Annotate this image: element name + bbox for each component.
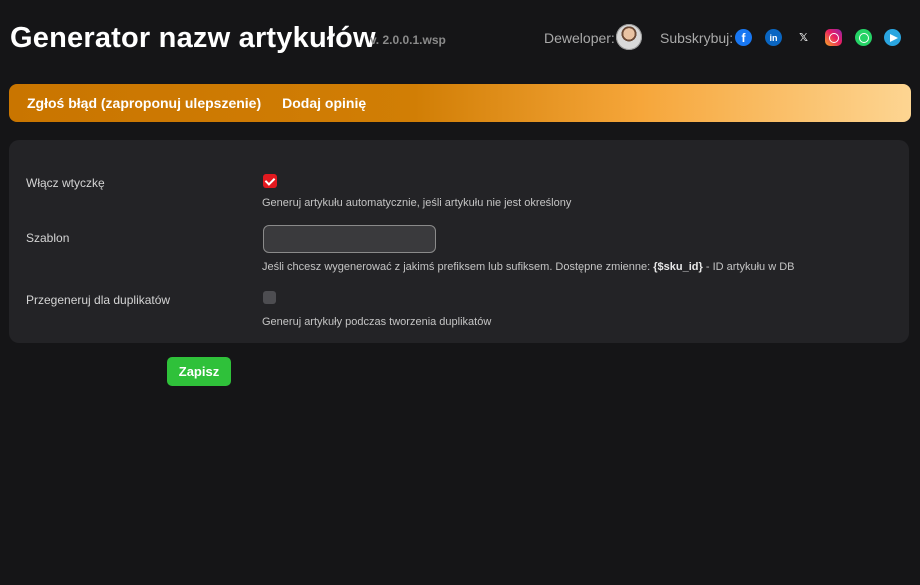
subscribe-label: Subskrybuj:: [660, 30, 734, 46]
settings-panel: Włącz wtyczkę Generuj artykułu automatyc…: [9, 140, 909, 343]
header: Generator nazw artykułów v. 2.0.0.1.wsp …: [0, 0, 920, 78]
template-hint-text: Jeśli chcesz wygenerować z jakimś prefik…: [262, 261, 654, 273]
whatsapp-icon[interactable]: [855, 29, 872, 46]
template-hint: Jeśli chcesz wygenerować z jakimś prefik…: [262, 261, 794, 273]
version-label: v. 2.0.0.1.wsp: [370, 33, 446, 47]
save-button[interactable]: Zapisz: [167, 357, 231, 386]
report-bug-link[interactable]: Zgłoś błąd (zaproponuj ulepszenie): [27, 95, 261, 111]
page-title: Generator nazw artykułów: [10, 22, 376, 54]
add-review-link[interactable]: Dodaj opinię: [282, 95, 366, 111]
template-hint-variable: {$sku_id}: [653, 261, 703, 273]
enable-plugin-hint: Generuj artykułu automatycznie, jeśli ar…: [262, 197, 572, 209]
x-icon[interactable]: 𝕏: [795, 29, 812, 46]
regenerate-duplicates-checkbox[interactable]: [263, 291, 276, 304]
instagram-icon[interactable]: [825, 29, 842, 46]
template-label: Szablon: [26, 231, 70, 245]
regenerate-duplicates-hint: Generuj artykuły podczas tworzenia dupli…: [262, 316, 492, 328]
template-hint-suffix: - ID artykułu w DB: [702, 261, 795, 273]
developer-label: Deweloper:: [544, 30, 615, 46]
telegram-icon[interactable]: [884, 29, 901, 46]
action-bar: Zgłoś błąd (zaproponuj ulepszenie) Dodaj…: [9, 84, 911, 122]
enable-plugin-checkbox[interactable]: [263, 174, 277, 188]
regenerate-duplicates-label: Przegeneruj dla duplikatów: [26, 293, 171, 307]
developer-avatar[interactable]: [616, 24, 642, 50]
linkedin-icon[interactable]: in: [765, 29, 782, 46]
enable-plugin-label: Włącz wtyczkę: [26, 176, 105, 190]
template-input[interactable]: [263, 225, 436, 253]
facebook-icon[interactable]: f: [735, 29, 752, 46]
